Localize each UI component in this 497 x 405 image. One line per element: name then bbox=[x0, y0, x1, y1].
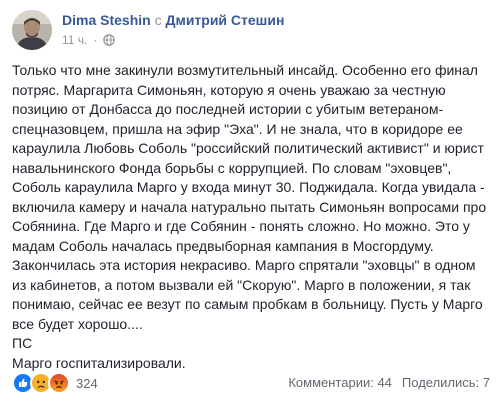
post-text-line: понимаю, сейчас ее везут по самым пробка… bbox=[12, 296, 483, 312]
post-text-line: из кабинетов, а потом вызвали ей "Скорую… bbox=[12, 276, 471, 293]
globe-icon[interactable] bbox=[103, 34, 116, 46]
avatar-photo bbox=[12, 10, 52, 50]
post-meta: 11 ч. · bbox=[62, 33, 116, 47]
post-text-line: Собянина. Где Марго и где Собянин - поня… bbox=[12, 218, 470, 234]
separator-dot: · bbox=[93, 33, 98, 47]
post-text-line: включила камеру и начала натурально пыта… bbox=[12, 198, 487, 215]
author-line: Dima Steshin с Дмитрий Стешин bbox=[62, 12, 284, 28]
post-text-line: Марго госпитализировали. bbox=[12, 354, 186, 371]
post-text-line: Соболь караулила Марго у входа минут 30.… bbox=[12, 179, 485, 195]
shares-count-link[interactable]: Поделились: 7 bbox=[402, 375, 490, 390]
post-text-line: Закончилась эта история некрасиво. Марго… bbox=[12, 257, 476, 273]
author-avatar[interactable] bbox=[12, 10, 52, 50]
post-text-line: все будет хорошо.... bbox=[12, 315, 143, 332]
post-text-line: Только что мне закинули возмутительный и… bbox=[12, 62, 478, 78]
reactions-summary[interactable]: 324 bbox=[12, 372, 98, 394]
post-text-line: мадам Соболь началась предвыборная кампа… bbox=[12, 237, 434, 254]
post-text-line: караулила Любовь Соболь "российский поли… bbox=[12, 140, 484, 156]
post-text: Только что мне закинули возмутительный и… bbox=[12, 61, 490, 373]
tagged-person-link[interactable]: Дмитрий Стешин bbox=[165, 12, 284, 28]
post-text-line: навальнинского Фонда борьбы с коррупцией… bbox=[12, 159, 452, 176]
post-stats: Комментарии: 44 Поделились: 7 bbox=[288, 375, 490, 390]
post-text-line: спецназовцем, пришла на эфир "Эха". И не… bbox=[12, 120, 463, 137]
post-text-line: ПС bbox=[12, 335, 33, 351]
comments-count-link[interactable]: Комментарии: 44 bbox=[288, 375, 392, 390]
angry-reaction-icon bbox=[48, 372, 70, 394]
post-footer: 324 Комментарии: 44 Поделились: 7 bbox=[12, 372, 490, 394]
author-name-link[interactable]: Dima Steshin bbox=[62, 12, 151, 28]
post-text-line: потряс. Маргарита Симоньян, которую я оч… bbox=[12, 81, 446, 98]
facebook-post: Dima Steshin с Дмитрий Стешин 11 ч. · То… bbox=[0, 0, 497, 405]
post-text-line: позицию от Донбасса до последней истории… bbox=[12, 101, 444, 117]
reaction-count: 324 bbox=[76, 375, 98, 391]
with-label: с bbox=[154, 12, 162, 28]
post-timestamp[interactable]: 11 ч. bbox=[62, 33, 87, 47]
